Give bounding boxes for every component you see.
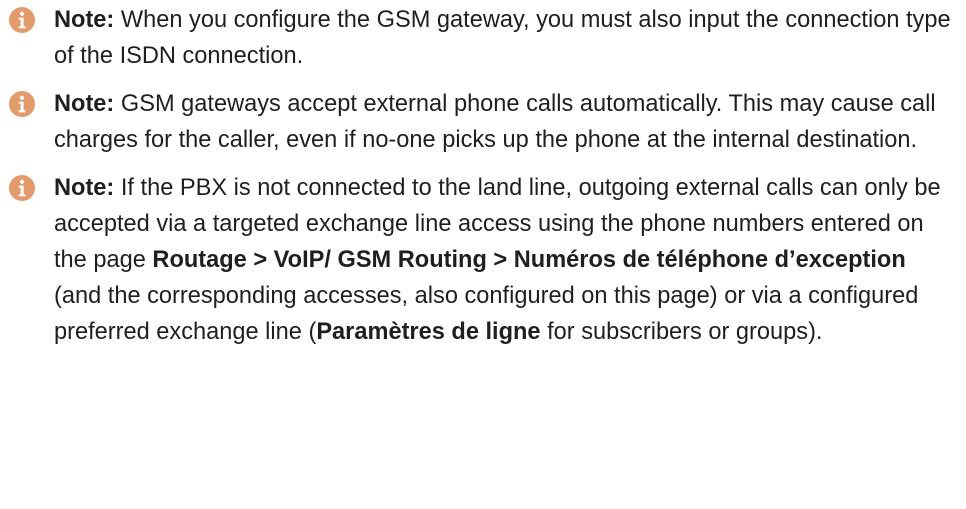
menu-path-reference: Routage > VoIP/ GSM Routing > Numéros de… — [152, 247, 906, 273]
note-body: When you configure the GSM gateway, you … — [54, 7, 951, 69]
note-gsm-gateway-connection-type: Note: When you configure the GSM gateway… — [0, 2, 966, 74]
info-icon — [8, 174, 36, 202]
note-pbx-land-line: Note: If the PBX is not connected to the… — [0, 170, 966, 350]
note-text: Note: GSM gateways accept external phone… — [54, 86, 958, 158]
note-body: GSM gateways accept external phone calls… — [54, 91, 936, 153]
info-icon — [8, 90, 36, 118]
note-label: Note: — [54, 91, 115, 117]
note-text: Note: When you configure the GSM gateway… — [54, 2, 958, 74]
note-label: Note: — [54, 7, 115, 33]
note-body-part-3: for subscribers or groups). — [540, 319, 823, 345]
note-label: Note: — [54, 175, 115, 201]
info-icon — [8, 6, 36, 34]
notes-list: Note: When you configure the GSM gateway… — [0, 0, 966, 350]
note-text: Note: If the PBX is not connected to the… — [54, 170, 958, 350]
line-settings-reference: Paramètres de ligne — [316, 319, 541, 345]
note-gsm-call-charges: Note: GSM gateways accept external phone… — [0, 86, 966, 158]
